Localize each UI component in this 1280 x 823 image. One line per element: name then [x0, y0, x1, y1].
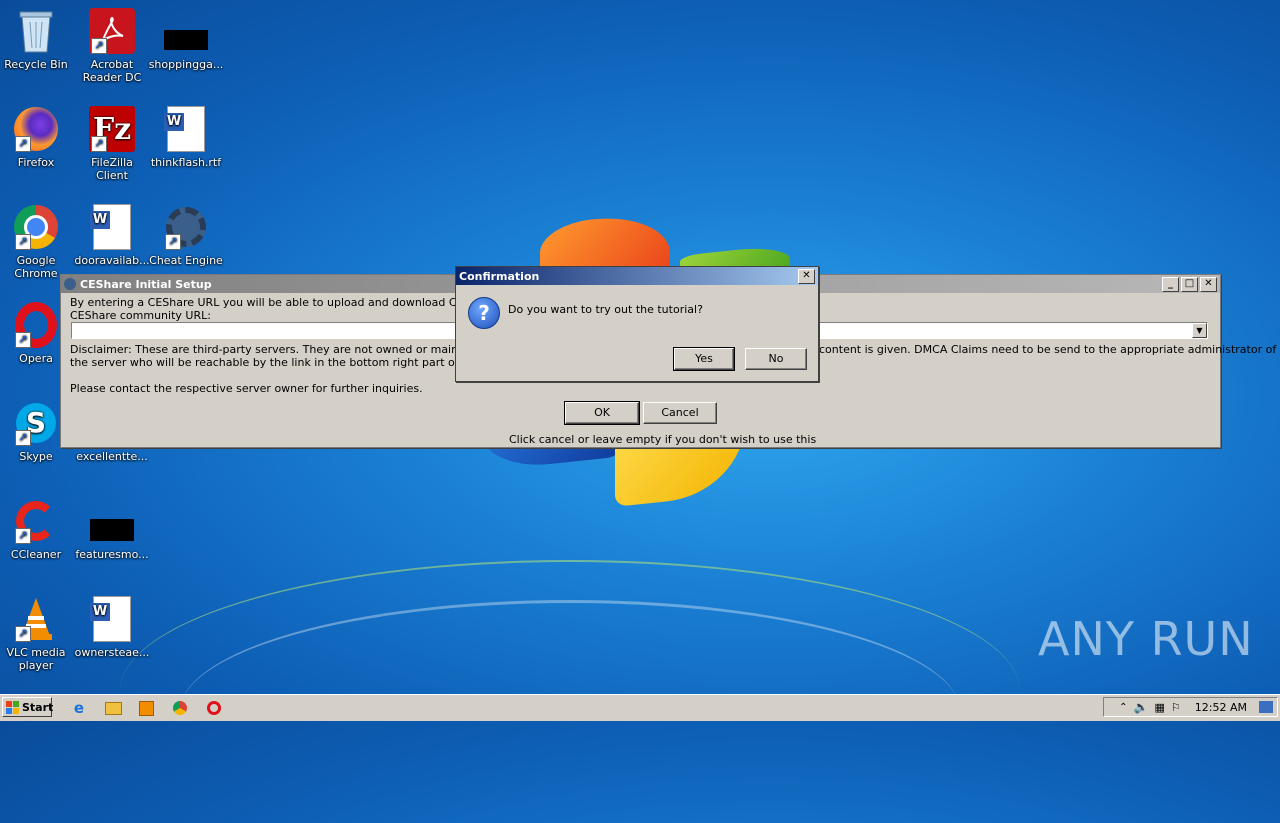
recycle-bin-icon — [13, 8, 59, 54]
windows-logo-icon — [6, 700, 19, 714]
word-document-icon: W — [163, 106, 209, 152]
wallpaper-arc — [120, 560, 1020, 822]
desktop-icon-label: Acrobat Reader DC — [82, 58, 142, 84]
desktop-icon-cheat-engine[interactable]: ↗ Cheat Engine — [148, 204, 224, 267]
desktop-icon-label: Skype — [19, 450, 53, 463]
desktop-icon-label: Firefox — [17, 156, 55, 169]
file-icon — [163, 8, 209, 54]
disclaimer-text: Disclaimer: These are third-party server… — [70, 343, 510, 356]
dialog-title: Confirmation — [459, 269, 540, 283]
dialog-message: Do you want to try out the tutorial? — [508, 303, 703, 316]
desktop-icon-firefox[interactable]: ↗ Firefox — [0, 106, 74, 169]
shortcut-arrow-icon: ↗ — [15, 136, 31, 152]
chrome-taskbar-icon[interactable] — [171, 699, 189, 717]
yes-button[interactable]: Yes — [673, 347, 735, 371]
chevron-up-icon[interactable]: ⌃ — [1119, 702, 1127, 713]
cancel-button[interactable]: Cancel — [643, 402, 717, 424]
shortcut-arrow-icon: ↗ — [15, 528, 31, 544]
file-icon — [89, 498, 135, 544]
no-button[interactable]: No — [745, 348, 807, 370]
desktop-icon-shoppingga[interactable]: shoppingga... — [148, 8, 224, 71]
maximize-button[interactable]: □ — [1181, 276, 1198, 292]
question-icon: ? — [468, 297, 500, 329]
confirmation-dialog[interactable]: Confirmation ✕ ? Do you want to try out … — [455, 266, 819, 382]
desktop-icon-vlc[interactable]: ↗ VLC media player — [0, 596, 74, 672]
shortcut-arrow-icon: ↗ — [91, 38, 107, 54]
skype-icon: S ↗ — [13, 400, 59, 446]
desktop-icon-label: Cheat Engine — [149, 254, 223, 267]
filezilla-icon: Fz ↗ — [89, 106, 135, 152]
url-label: CEShare community URL: — [70, 309, 211, 322]
opera-icon: ↗ — [13, 302, 59, 348]
desktop-icon-thinkflash[interactable]: W thinkflash.rtf — [148, 106, 224, 169]
media-player-icon[interactable] — [137, 699, 155, 717]
clock[interactable]: 12:52 AM — [1195, 701, 1247, 714]
ccleaner-icon: ↗ — [13, 498, 59, 544]
desktop-icon-label: excellentte... — [76, 450, 148, 463]
desktop-icon-label: shoppingga... — [148, 58, 224, 71]
shortcut-arrow-icon: ↗ — [15, 430, 31, 446]
desktop-icon-dooravailab[interactable]: W dooravailab... — [74, 204, 150, 267]
taskbar: Start e ⌃ 🔈 ▦ ⚐ 12:52 AM — [0, 694, 1280, 721]
desktop-icon-label: Google Chrome — [14, 254, 58, 280]
start-button[interactable]: Start — [2, 697, 54, 717]
speaker-icon[interactable]: 🔈 — [1134, 700, 1149, 714]
shortcut-arrow-icon: ↗ — [165, 234, 181, 250]
confirmation-titlebar[interactable]: Confirmation ✕ — [456, 267, 818, 285]
desktop-icon-recycle-bin[interactable]: Recycle Bin — [0, 8, 74, 71]
folder-icon[interactable] — [104, 699, 122, 717]
system-tray: ⌃ 🔈 ▦ ⚐ 12:52 AM — [1103, 697, 1278, 717]
anyrun-watermark: ANY RUN — [1038, 612, 1254, 666]
vlc-icon: ↗ — [13, 596, 59, 642]
disclaimer-text-right: content is given. DMCA Claims need to be… — [819, 343, 1277, 356]
chevron-down-icon[interactable]: ▼ — [1192, 323, 1207, 338]
flag-icon[interactable]: ⚐ — [1171, 701, 1181, 714]
desktop-icon-label: dooravailab... — [74, 254, 150, 267]
start-label: Start — [22, 700, 54, 714]
cheat-engine-icon — [64, 278, 76, 290]
close-button[interactable]: ✕ — [798, 268, 815, 284]
ie-icon[interactable]: e — [70, 699, 88, 717]
minimize-button[interactable]: _ — [1162, 276, 1179, 292]
desktop-icon-label: Recycle Bin — [4, 58, 68, 71]
hint-text: Click cancel or leave empty if you don't… — [509, 433, 817, 446]
desktop-icon-featuresmo[interactable]: featuresmo... — [74, 498, 150, 561]
desktop-icon-acrobat[interactable]: ↗ Acrobat Reader DC — [74, 8, 150, 84]
opera-taskbar-icon[interactable] — [205, 699, 223, 717]
desktop-icon-label: CCleaner — [10, 548, 62, 561]
desktop-icon-label: featuresmo... — [75, 548, 149, 561]
close-button[interactable]: ✕ — [1200, 276, 1217, 292]
cheat-engine-icon: ↗ — [163, 204, 209, 250]
firefox-icon: ↗ — [13, 106, 59, 152]
chrome-icon: ↗ — [13, 204, 59, 250]
desktop-icon-label: VLC media player — [6, 646, 66, 672]
desktop-icon-label: thinkflash.rtf — [150, 156, 222, 169]
shortcut-arrow-icon: ↗ — [15, 234, 31, 250]
desktop-icon-label: ownersteae... — [74, 646, 150, 659]
desktop-icon-chrome[interactable]: ↗ Google Chrome — [0, 204, 74, 280]
ok-button[interactable]: OK — [564, 401, 640, 425]
desktop-icon-label: FileZilla Client — [91, 156, 133, 182]
desktop-icon-filezilla[interactable]: Fz ↗ FileZilla Client — [74, 106, 150, 182]
shortcut-arrow-icon: ↗ — [91, 136, 107, 152]
word-document-icon: W — [89, 596, 135, 642]
disclaimer-text-line2: the server who will be reachable by the … — [70, 356, 518, 369]
shortcut-arrow-icon: ↗ — [15, 626, 31, 642]
word-document-icon: W — [89, 204, 135, 250]
show-desktop-icon[interactable] — [1259, 701, 1273, 713]
desktop-icon-ccleaner[interactable]: ↗ CCleaner — [0, 498, 74, 561]
desktop-icon-ownersteae[interactable]: W ownersteae... — [74, 596, 150, 659]
contact-text: Please contact the respective server own… — [70, 382, 423, 395]
intro-text: By entering a CEShare URL you will be ab… — [70, 296, 514, 309]
network-icon[interactable]: ▦ — [1155, 701, 1165, 714]
desktop-icon-label: Opera — [19, 352, 53, 365]
shortcut-arrow-icon: ↗ — [15, 332, 31, 348]
acrobat-icon: ↗ — [89, 8, 135, 54]
